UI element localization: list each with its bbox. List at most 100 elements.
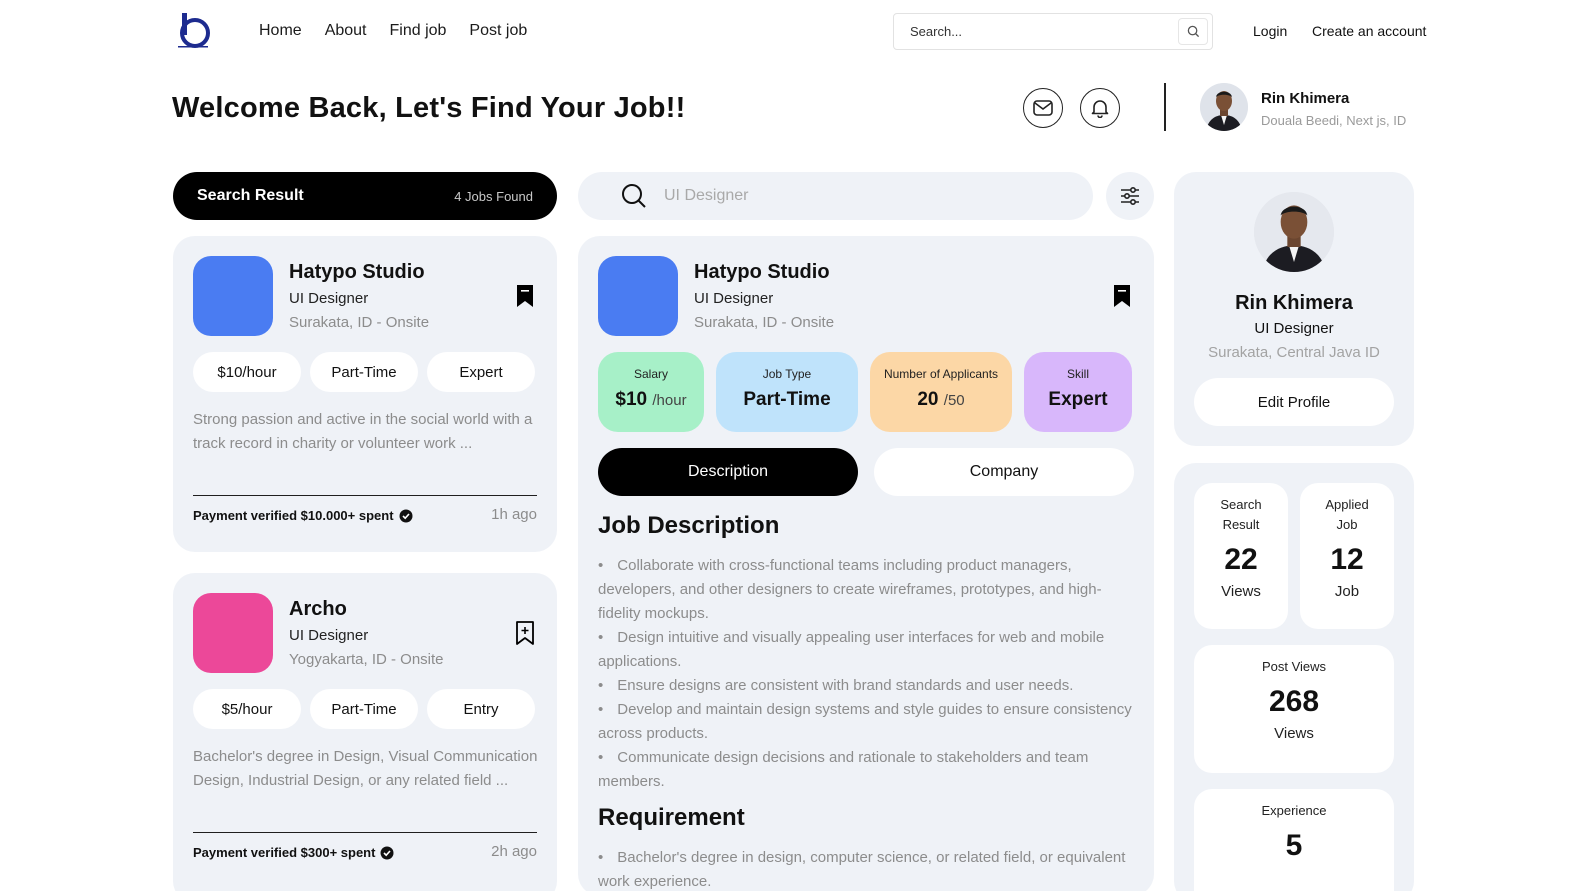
job-posted-time: 1h ago	[491, 506, 537, 523]
job-card-divider	[193, 495, 537, 496]
header-user-location: Douala Beedi, Next js, ID	[1261, 113, 1407, 128]
bookmark-filled-icon[interactable]	[1112, 284, 1132, 308]
user-avatar[interactable]	[1200, 83, 1248, 131]
job-company: Archo	[289, 598, 347, 620]
stat-label: Skill	[1066, 367, 1089, 381]
stat-number: 22	[1224, 543, 1258, 576]
job-card-divider	[193, 832, 537, 833]
person-photo-icon	[1200, 83, 1248, 131]
applicants-stat: Number of Applicants 20 /50	[870, 352, 1012, 432]
profile-card: Rin Khimera UI Designer Surakata, Centra…	[1174, 172, 1414, 446]
stat-label: Search Result	[1220, 497, 1262, 532]
payment-verified: Payment verified $10.000+ spent	[193, 508, 413, 523]
notifications-button[interactable]	[1080, 88, 1120, 128]
list-item: Ensure designs are consistent with brand…	[598, 674, 1138, 698]
job-description: Strong passion and active in the social …	[193, 411, 533, 452]
job-location: Yogyakarta, ID - Onsite	[289, 651, 444, 668]
post-views-stat: Post Views 268 Views	[1194, 645, 1394, 773]
job-chip-type: Part-Time	[310, 689, 418, 729]
job-search-input[interactable]: UI Designer	[578, 172, 1093, 220]
stat-number: 12	[1330, 543, 1364, 576]
stat-unit: Views	[1274, 725, 1314, 742]
search-icon	[1187, 25, 1199, 38]
stat-label: Number of Applicants	[883, 367, 999, 381]
job-role: UI Designer	[289, 290, 369, 307]
job-chips: $10/hour Part-Time Expert	[193, 352, 535, 392]
stat-number: 5	[1285, 829, 1303, 862]
stat-label: Salary	[633, 367, 668, 381]
company-logo	[193, 256, 273, 336]
list-item: Develop and maintain design systems and …	[598, 698, 1138, 746]
brand-logo-icon[interactable]	[174, 11, 212, 49]
top-search-button[interactable]	[1178, 18, 1208, 45]
bookmark-filled-icon[interactable]	[515, 284, 535, 308]
stat-label: Experience	[1261, 803, 1327, 818]
stat-number: 268	[1268, 685, 1320, 718]
payment-verified-text: Payment verified $300+ spent	[193, 845, 376, 860]
nav-post-job-link[interactable]: Post job	[469, 22, 527, 40]
skill-stat: Skill Expert	[1024, 352, 1132, 432]
header-divider	[1164, 83, 1166, 131]
jobs-found-count: 4 Jobs Found	[454, 188, 533, 204]
messages-button[interactable]	[1023, 88, 1063, 128]
job-company: Hatypo Studio	[289, 261, 425, 283]
filter-button[interactable]	[1106, 172, 1154, 220]
requirement-heading: Requirement	[598, 804, 745, 831]
search-result-stat: Search Result 22 Views	[1194, 483, 1288, 629]
job-posted-time: 2h ago	[491, 843, 537, 860]
job-chip-type: Part-Time	[310, 352, 418, 392]
search-result-label: Search Result	[197, 187, 304, 204]
stat-value: $10 /hour	[615, 389, 687, 410]
job-chip-rate: $5/hour	[193, 689, 301, 729]
verified-badge-icon	[380, 846, 394, 859]
stat-value: Expert	[1048, 389, 1108, 410]
payment-verified-text: Payment verified $10.000+ spent	[193, 508, 394, 523]
job-location: Surakata, ID - Onsite	[289, 314, 430, 331]
company-logo	[598, 256, 678, 336]
job-chip-rate: $10/hour	[193, 352, 301, 392]
detail-role: UI Designer	[694, 290, 774, 307]
nav-home-link[interactable]: Home	[259, 22, 302, 40]
top-nav: Home About Find job Post job Search... L…	[0, 0, 1585, 66]
header-user-name: Rin Khimera	[1261, 90, 1350, 107]
edit-profile-button[interactable]: Edit Profile	[1194, 378, 1394, 426]
top-search-placeholder: Search...	[910, 24, 963, 39]
bell-icon	[1091, 100, 1109, 118]
list-item: Collaborate with cross-functional teams …	[598, 554, 1138, 626]
profile-name: Rin Khimera	[1235, 292, 1353, 314]
nav-links: Home About Find job Post job	[259, 22, 550, 40]
search-result-bar: Search Result 4 Jobs Found	[173, 172, 557, 220]
mail-icon	[1033, 100, 1053, 116]
bookmark-add-icon[interactable]	[515, 621, 535, 645]
detail-company: Hatypo Studio	[694, 261, 830, 283]
stat-label: Applied Job	[1325, 497, 1369, 532]
top-search-input[interactable]: Search...	[893, 13, 1213, 50]
requirement-list: Bachelor's degree in design, computer sc…	[598, 846, 1138, 891]
salary-stat: Salary $10 /hour	[598, 352, 704, 432]
job-description: Bachelor's degree in Design, Visual Comm…	[193, 748, 538, 789]
list-item: Bachelor's degree in design, computer sc…	[598, 846, 1138, 891]
job-description-list: Collaborate with cross-functional teams …	[598, 554, 1138, 794]
job-card[interactable]: Hatypo Studio UI Designer Surakata, ID -…	[173, 236, 557, 552]
applied-job-stat: Applied Job 12 Job	[1300, 483, 1394, 629]
stat-unit: Job	[1334, 583, 1360, 600]
stat-unit: Views	[1221, 583, 1261, 600]
search-icon	[622, 184, 646, 208]
job-description-heading: Job Description	[598, 512, 780, 539]
profile-location: Surakata, Central Java ID	[1208, 344, 1380, 361]
job-chip-level: Expert	[427, 352, 535, 392]
stat-value: 20 /50	[917, 389, 965, 410]
experience-stat: Experience 5	[1194, 789, 1394, 891]
person-photo-icon	[1254, 192, 1334, 272]
nav-find-job-link[interactable]: Find job	[390, 22, 447, 40]
tab-description[interactable]: Description	[598, 448, 858, 496]
list-item: Design intuitive and visually appealing …	[598, 626, 1138, 674]
nav-about-link[interactable]: About	[325, 22, 367, 40]
create-account-link[interactable]: Create an account	[1312, 23, 1426, 39]
stat-label: Job Type	[762, 367, 812, 381]
login-link[interactable]: Login	[1253, 23, 1287, 39]
tab-company[interactable]: Company	[874, 448, 1134, 496]
job-card[interactable]: Archo UI Designer Yogyakarta, ID - Onsit…	[173, 573, 557, 891]
job-search-value: UI Designer	[664, 187, 749, 204]
job-detail-card: Hatypo Studio UI Designer Surakata, ID -…	[578, 236, 1154, 891]
